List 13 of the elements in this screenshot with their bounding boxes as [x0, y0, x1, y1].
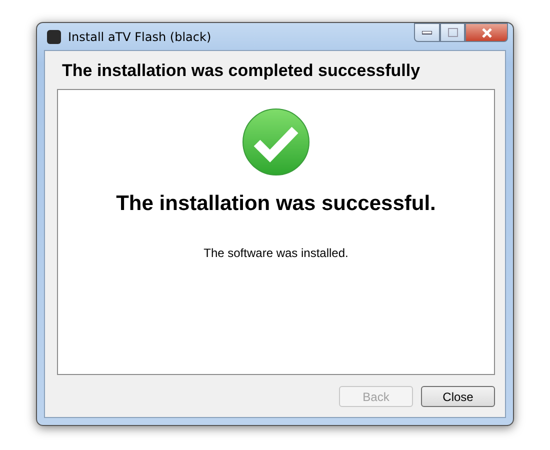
checkmark-icon: [241, 108, 311, 178]
minimize-icon: [422, 30, 432, 34]
result-message: The software was installed.: [204, 246, 348, 260]
window-title: Install aTV Flash (black): [68, 30, 212, 44]
minimize-button[interactable]: [414, 23, 440, 42]
result-title: The installation was successful.: [116, 192, 436, 216]
dialog-button[interactable]: Close: [421, 386, 495, 407]
app-icon: [46, 28, 62, 44]
maximize-icon: [448, 28, 458, 37]
close-icon: [480, 28, 492, 38]
maximize-button[interactable]: [440, 23, 465, 42]
page-heading: The installation was completed successfully: [61, 60, 422, 82]
close-window-button[interactable]: [465, 23, 508, 42]
